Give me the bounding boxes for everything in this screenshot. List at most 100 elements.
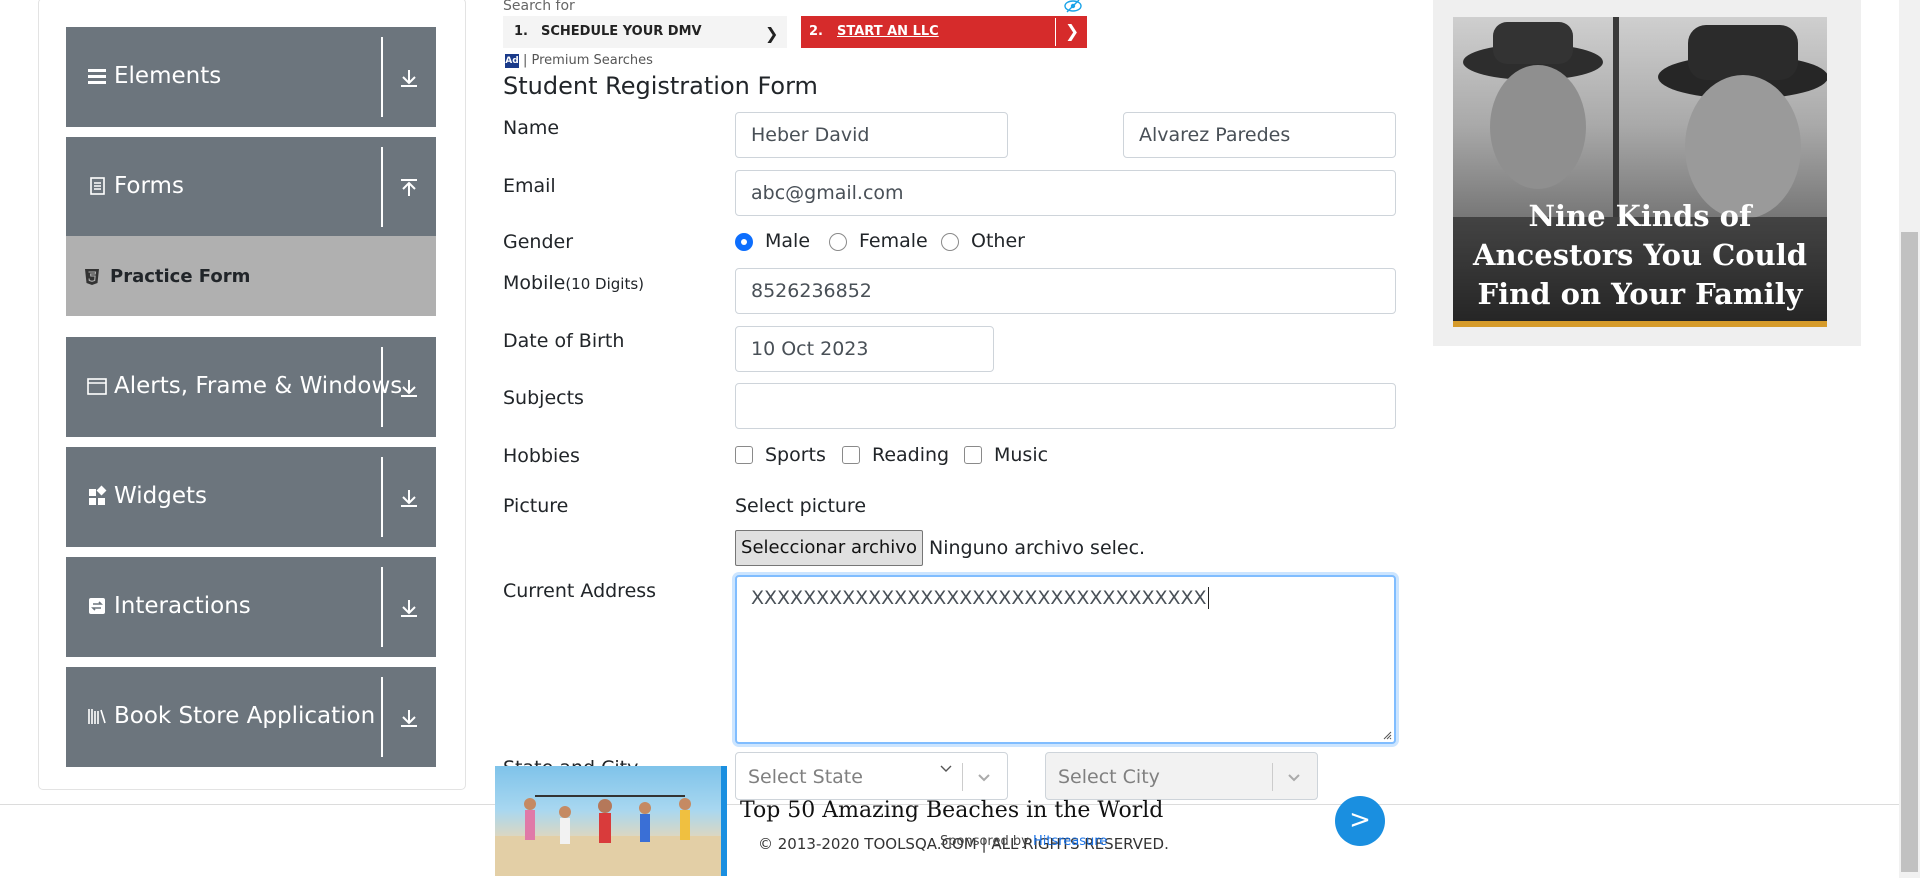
sidebar-group-interactions[interactable]: Interactions bbox=[66, 557, 436, 657]
bottom-ad-banner[interactable]: Top 50 Amazing Beaches in the World Spon… bbox=[495, 764, 1395, 876]
download-arrow-icon[interactable] bbox=[398, 487, 420, 509]
html5-icon bbox=[85, 269, 99, 285]
email-input[interactable]: abc@gmail.com bbox=[735, 170, 1396, 216]
hobby-checkbox-music[interactable] bbox=[964, 446, 982, 464]
gender-radio-male[interactable] bbox=[735, 233, 753, 251]
ad-sponsored-text: Sponsored by Hitsreasure bbox=[940, 834, 1107, 849]
interactions-icon bbox=[89, 598, 105, 614]
ad-link-start-llc[interactable]: 2. START AN LLC ❯ bbox=[801, 16, 1087, 48]
divider bbox=[381, 457, 383, 537]
ad-item-text: SCHEDULE YOUR DMV bbox=[541, 24, 702, 39]
hobby-checkbox-sports[interactable] bbox=[735, 446, 753, 464]
gender-radio-group: Male Female Other bbox=[735, 230, 1155, 256]
ad-close-chevron-icon[interactable] bbox=[938, 764, 954, 774]
hobbies-label: Hobbies bbox=[503, 445, 580, 467]
download-arrow-icon[interactable] bbox=[398, 67, 420, 89]
gender-label: Gender bbox=[503, 231, 574, 253]
ad-link-schedule-dmv[interactable]: 1. SCHEDULE YOUR DMV ❯ bbox=[503, 16, 787, 48]
sidebar-group-widgets[interactable]: Widgets bbox=[66, 447, 436, 547]
mobile-input[interactable]: 8526236852 bbox=[735, 268, 1396, 314]
upload-arrow-icon[interactable] bbox=[398, 177, 420, 199]
gender-radio-female[interactable] bbox=[829, 233, 847, 251]
widgets-icon bbox=[89, 485, 107, 505]
sidebar-group-forms[interactable]: Forms bbox=[66, 137, 436, 237]
sidebar: Elements Forms Practice Form Alerts, Fra… bbox=[38, 0, 466, 790]
date-of-birth-input[interactable]: 10 Oct 2023 bbox=[735, 326, 994, 372]
scrollbar-thumb[interactable] bbox=[1901, 232, 1918, 872]
page-title: Student Registration Form bbox=[503, 72, 818, 100]
download-arrow-icon[interactable] bbox=[398, 597, 420, 619]
sidebar-group-book-store[interactable]: Book Store Application bbox=[66, 667, 436, 767]
sidebar-item-label: Practice Form bbox=[110, 266, 251, 287]
ad-search-for-label: Search for bbox=[503, 0, 575, 14]
gender-option-label[interactable]: Female bbox=[859, 230, 928, 252]
beach-photo-icon bbox=[495, 795, 721, 876]
sidebar-group-label: Elements bbox=[114, 63, 222, 89]
ad-headline[interactable]: Top 50 Amazing Beaches in the World bbox=[740, 798, 1163, 823]
ad-premium-label: | Premium Searches bbox=[523, 53, 653, 68]
divider bbox=[381, 567, 383, 647]
gender-option-label[interactable]: Male bbox=[765, 230, 810, 252]
hobby-checkbox-reading[interactable] bbox=[842, 446, 860, 464]
ad-choices-icon[interactable] bbox=[1063, 0, 1083, 14]
mobile-label-text: Mobile bbox=[503, 272, 566, 294]
ad-sponsored-label: Sponsored by bbox=[940, 834, 1029, 849]
subjects-label: Subjects bbox=[503, 387, 584, 409]
text-cursor bbox=[1207, 587, 1215, 609]
gender-option-label[interactable]: Other bbox=[971, 230, 1025, 252]
subjects-input[interactable] bbox=[735, 383, 1396, 429]
sidebar-group-label: Widgets bbox=[114, 483, 207, 509]
sidebar-group-label: Alerts, Frame & Windows bbox=[114, 373, 403, 399]
divider bbox=[1055, 18, 1056, 46]
sidebar-group-alerts-frame-windows[interactable]: Alerts, Frame & Windows bbox=[66, 337, 436, 437]
sidebar-group-label: Interactions bbox=[114, 593, 251, 619]
top-ad-banner: Search for 1. SCHEDULE YOUR DMV ❯ 2. STA… bbox=[503, 0, 1087, 72]
hobby-option-label[interactable]: Sports bbox=[765, 444, 826, 466]
window-icon bbox=[87, 378, 107, 395]
chevron-right-icon: ❯ bbox=[1065, 22, 1080, 42]
ad-badge: Ad bbox=[505, 54, 519, 68]
last-name-input[interactable]: Alvarez Paredes bbox=[1123, 112, 1396, 158]
name-label: Name bbox=[503, 117, 560, 139]
download-arrow-icon[interactable] bbox=[398, 377, 420, 399]
right-ad-banner[interactable]: Nine Kinds of Ancestors You Could Find o… bbox=[1433, 0, 1861, 346]
file-status-text: Ninguno archivo selec. bbox=[929, 537, 1146, 559]
picture-label: Picture bbox=[503, 495, 569, 517]
date-of-birth-label: Date of Birth bbox=[503, 330, 625, 352]
divider bbox=[381, 147, 383, 227]
download-arrow-icon[interactable] bbox=[398, 707, 420, 729]
gender-radio-other[interactable] bbox=[941, 233, 959, 251]
document-icon bbox=[90, 177, 105, 195]
resize-grip-icon[interactable] bbox=[1382, 730, 1392, 740]
current-address-textarea[interactable]: XXXXXXXXXXXXXXXXXXXXXXXXXXXXXXXXXXX bbox=[735, 575, 1396, 744]
ad-go-button[interactable]: > bbox=[1335, 796, 1385, 846]
ad-item-number: 2. bbox=[809, 24, 823, 39]
mobile-label: Mobile(10 Digits) bbox=[503, 272, 644, 294]
chevron-right-icon: ❯ bbox=[765, 24, 779, 43]
hobby-option-label[interactable]: Reading bbox=[872, 444, 949, 466]
hobbies-checkbox-group: Sports Reading Music bbox=[735, 444, 1115, 470]
divider bbox=[381, 347, 383, 427]
sidebar-item-practice-form[interactable]: Practice Form bbox=[66, 236, 436, 316]
ad-accent-bar bbox=[1453, 321, 1827, 327]
sidebar-group-label: Forms bbox=[114, 173, 184, 199]
current-address-label: Current Address bbox=[503, 580, 657, 602]
divider bbox=[381, 677, 383, 757]
current-address-value: XXXXXXXXXXXXXXXXXXXXXXXXXXXXXXXXXXX bbox=[751, 587, 1207, 609]
first-name-input[interactable]: Heber David bbox=[735, 112, 1008, 158]
ad-sponsor-name[interactable]: Hitsreasure bbox=[1033, 834, 1107, 849]
sidebar-group-label: Book Store Application bbox=[114, 703, 376, 729]
ad-image-ancestors[interactable]: Nine Kinds of Ancestors You Could Find o… bbox=[1453, 17, 1827, 327]
menu-icon bbox=[88, 69, 106, 84]
ad-item-number: 1. bbox=[514, 24, 528, 39]
ad-caption: Nine Kinds of Ancestors You Could Find o… bbox=[1473, 199, 1807, 327]
ad-item-text: START AN LLC bbox=[837, 24, 939, 39]
books-icon bbox=[88, 709, 106, 724]
select-picture-caption: Select picture bbox=[735, 495, 867, 517]
ad-beach-image[interactable] bbox=[495, 766, 721, 876]
ad-accent-bar bbox=[721, 766, 727, 876]
hobby-option-label[interactable]: Music bbox=[994, 444, 1048, 466]
choose-file-button[interactable]: Seleccionar archivo bbox=[735, 530, 923, 566]
sidebar-group-elements[interactable]: Elements bbox=[66, 27, 436, 127]
email-label: Email bbox=[503, 175, 556, 197]
